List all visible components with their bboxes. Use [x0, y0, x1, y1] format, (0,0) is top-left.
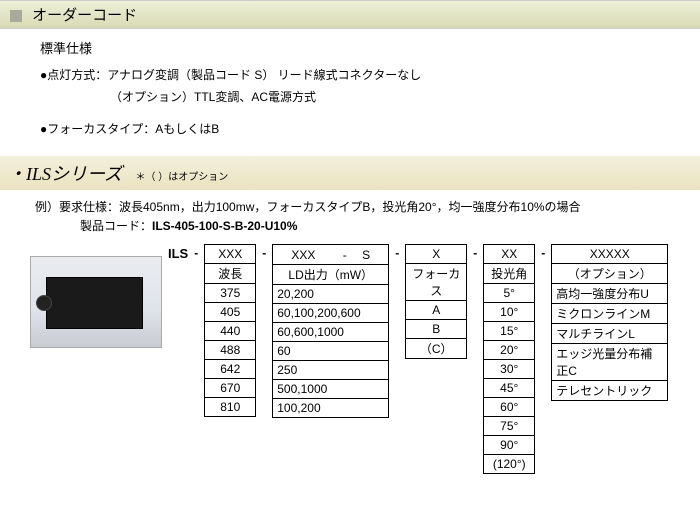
- wl-r6: 810: [205, 398, 256, 417]
- an-r4: 30°: [484, 360, 535, 379]
- dash-1: -: [194, 244, 198, 260]
- spec-line-1: ●点灯方式：アナログ変調（製品コード S） リード線式コネクターなし: [40, 65, 660, 87]
- an-r9: (120°): [484, 455, 535, 474]
- op-h1: XXXXX: [552, 245, 668, 264]
- series-note: ＊（ ）はオプション: [135, 172, 228, 183]
- focus-table: X フォーカス A B （C）: [405, 244, 467, 359]
- pw-r5: 500,1000: [273, 380, 389, 399]
- fc-r0: A: [406, 301, 467, 320]
- example-line-2: 製品コード：ILS-405-100-S-B-20-U10%: [80, 217, 665, 234]
- angle-table: XX 投光角 5° 10° 15° 20° 30° 45° 60° 75° 90…: [483, 244, 535, 474]
- ils-prefix: ILS: [168, 244, 188, 261]
- op-r1: ミクロンラインM: [552, 304, 668, 324]
- example-line-1: 例）要求仕様：波長405nm，出力100mw，フォーカスタイプB，投光角20°，…: [35, 198, 665, 215]
- header-square-icon: [10, 10, 22, 22]
- dash-5: -: [541, 244, 545, 260]
- wavelength-table: XXX 波長 375 405 440 488 642 670 810: [204, 244, 256, 417]
- spec-line-3: ●フォーカスタイプ：AもしくはB: [40, 119, 660, 141]
- op-r2: マルチラインL: [552, 324, 668, 344]
- pw-r1: 60,100,200,600: [273, 304, 389, 323]
- dash-2: -: [262, 244, 266, 260]
- wl-r0: 375: [205, 284, 256, 303]
- product-body-shape: [46, 277, 143, 329]
- fc-r2: （C）: [406, 339, 467, 359]
- pw-r4: 250: [273, 361, 389, 380]
- wl-r2: 440: [205, 322, 256, 341]
- an-r6: 60°: [484, 398, 535, 417]
- series-title: ・ILSシリーズ: [8, 164, 122, 184]
- pw-h1: XXX - S: [273, 245, 389, 265]
- pw-r3: 60: [273, 342, 389, 361]
- spec-line-2: （オプション）TTL変調、AC電源方式: [110, 87, 660, 109]
- example-block: 例）要求仕様：波長405nm，出力100mw，フォーカスタイプB，投光角20°，…: [0, 190, 700, 244]
- wl-r3: 488: [205, 341, 256, 360]
- an-r1: 10°: [484, 303, 535, 322]
- series-header: ・ILSシリーズ ＊（ ）はオプション: [0, 156, 700, 190]
- pw-r6: 100,200: [273, 399, 389, 418]
- dash-3: -: [395, 244, 399, 260]
- pw-r2: 60,600,1000: [273, 323, 389, 342]
- an-r8: 90°: [484, 436, 535, 455]
- op-r3: エッジ光量分布補正C: [552, 344, 668, 381]
- an-h2: 投光角: [484, 264, 535, 284]
- wl-h1: XXX: [205, 245, 256, 264]
- wl-h2: 波長: [205, 264, 256, 284]
- an-r5: 45°: [484, 379, 535, 398]
- an-r3: 20°: [484, 341, 535, 360]
- an-h1: XX: [484, 245, 535, 264]
- an-r2: 15°: [484, 322, 535, 341]
- fc-h2: フォーカス: [406, 264, 467, 301]
- section-title: オーダーコード: [32, 7, 137, 24]
- op-r4: テレセントリック: [552, 381, 668, 401]
- fc-r1: B: [406, 320, 467, 339]
- code-prefix-label: 製品コード：: [80, 219, 152, 233]
- pw-r0: 20,200: [273, 285, 389, 304]
- wl-r1: 405: [205, 303, 256, 322]
- an-r0: 5°: [484, 284, 535, 303]
- section-header: オーダーコード: [0, 0, 700, 29]
- wl-r4: 642: [205, 360, 256, 379]
- code-tables: ILS - XXX 波長 375 405 440 488 642 670 810…: [0, 244, 700, 474]
- spec-block: 標準仕様 ●点灯方式：アナログ変調（製品コード S） リード線式コネクターなし …: [0, 29, 700, 150]
- power-table: XXX - S LD出力（mW） 20,200 60,100,200,600 6…: [272, 244, 389, 418]
- option-table: XXXXX （オプション） 高均一強度分布U ミクロンラインM マルチラインL …: [551, 244, 668, 401]
- standard-spec-label: 標準仕様: [40, 37, 660, 60]
- wl-r5: 670: [205, 379, 256, 398]
- pw-h2: LD出力（mW）: [273, 265, 389, 285]
- op-r0: 高均一強度分布U: [552, 284, 668, 304]
- an-r7: 75°: [484, 417, 535, 436]
- product-image: [30, 256, 162, 348]
- product-code: ILS-405-100-S-B-20-U10%: [152, 219, 297, 233]
- fc-h1: X: [406, 245, 467, 264]
- op-h2: （オプション）: [552, 264, 668, 284]
- dash-4: -: [473, 244, 477, 260]
